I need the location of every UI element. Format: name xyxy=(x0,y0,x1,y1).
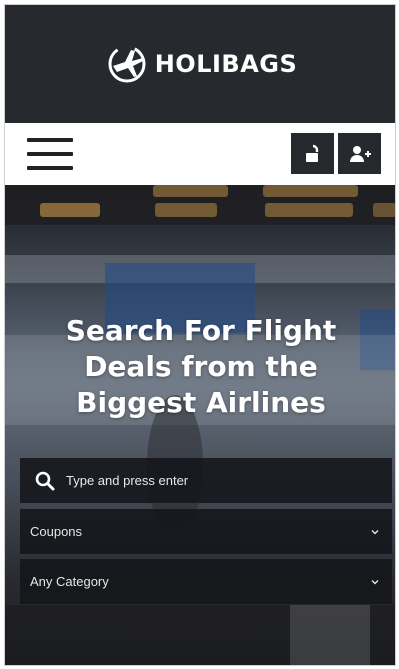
hero-title-line: Search For Flight xyxy=(65,314,337,347)
logo-text: HOLIBAGS xyxy=(154,50,298,78)
hero-title-line: Biggest Airlines xyxy=(76,386,326,419)
hamburger-icon-bar xyxy=(27,166,73,170)
logo-airplane-globe-icon xyxy=(108,45,146,83)
add-user-icon xyxy=(349,145,371,162)
chevron-down-icon xyxy=(371,579,379,584)
unlock-icon xyxy=(305,144,318,162)
menu-toggle-button[interactable] xyxy=(27,138,73,170)
hero-title-line: Deals from the xyxy=(84,350,318,383)
coupons-select[interactable]: Coupons xyxy=(20,509,392,554)
nav-bar xyxy=(5,123,395,185)
hero-section: Search For Flight Deals from the Biggest… xyxy=(5,185,395,665)
hero-title: Search For Flight Deals from the Biggest… xyxy=(5,313,395,421)
category-select-label: Any Category xyxy=(30,574,109,589)
category-select[interactable]: Any Category xyxy=(20,559,392,604)
site-logo[interactable]: HOLIBAGS xyxy=(105,42,298,86)
chevron-down-icon xyxy=(371,529,379,534)
hamburger-icon-bar xyxy=(27,138,73,142)
search-box xyxy=(20,458,392,503)
search-input[interactable] xyxy=(66,473,356,488)
search-icon[interactable] xyxy=(34,470,56,492)
login-button[interactable] xyxy=(291,133,334,174)
register-button[interactable] xyxy=(338,133,381,174)
coupons-select-label: Coupons xyxy=(30,524,83,539)
hamburger-icon-bar xyxy=(27,152,73,156)
page-frame: HOLIBAGS Search For Flight Deals from th… xyxy=(4,4,396,666)
site-header: HOLIBAGS xyxy=(5,5,395,123)
